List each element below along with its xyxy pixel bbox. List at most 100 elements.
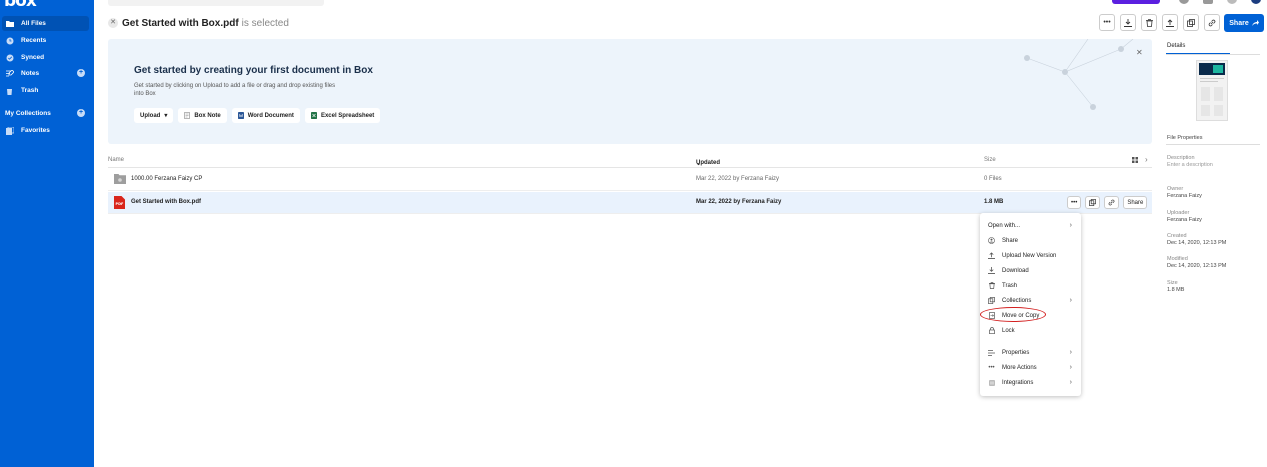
sidebar-item-label: Notes bbox=[21, 70, 40, 77]
sidebar-item-all-files[interactable]: All Files bbox=[2, 16, 89, 31]
notifications-icon[interactable] bbox=[1203, 0, 1213, 4]
share-arrow-icon bbox=[1251, 20, 1259, 26]
file-size: 0 Files bbox=[984, 176, 1002, 182]
description-input[interactable]: Enter a description bbox=[1167, 162, 1213, 169]
clock-icon bbox=[5, 36, 14, 45]
svg-text:PDF: PDF bbox=[116, 202, 124, 206]
new-word-document-button[interactable]: Word Document bbox=[231, 108, 300, 123]
favorites-icon bbox=[5, 126, 14, 135]
grid-view-icon[interactable] bbox=[1132, 157, 1138, 165]
new-box-note-button[interactable]: Box Note bbox=[178, 108, 227, 123]
close-banner-icon[interactable]: ✕ bbox=[1136, 48, 1143, 57]
property-modified: Modified Dec 14, 2020, 12:13 PM bbox=[1167, 256, 1226, 270]
row-share-button[interactable]: Share bbox=[1123, 196, 1148, 209]
sidebar-item-recents[interactable]: Recents bbox=[2, 33, 89, 48]
download-icon bbox=[988, 267, 995, 274]
banner-actions: Upload ▾ Box Note Word Document Excel Spr… bbox=[134, 108, 381, 123]
menu-item-label: Collections bbox=[1002, 297, 1032, 304]
trash-button[interactable] bbox=[1141, 14, 1157, 31]
file-thumbnail[interactable] bbox=[1196, 60, 1228, 121]
context-menu: Open with... › Share Upload New Version … bbox=[980, 213, 1081, 396]
move-copy-icon bbox=[988, 312, 995, 319]
upload-button[interactable]: Upload ▾ bbox=[134, 108, 174, 123]
copy-icon bbox=[1089, 199, 1097, 206]
file-size: 1.8 MB bbox=[984, 199, 1004, 205]
sidebar-item-synced[interactable]: Synced bbox=[2, 50, 89, 65]
property-value: 1.8 MB bbox=[1167, 287, 1185, 293]
trash-icon bbox=[1145, 18, 1153, 27]
table-row-selected[interactable]: PDF Get Started with Box.pdf Mar 22, 202… bbox=[108, 192, 1152, 214]
sidebar-item-my-collections[interactable]: My Collections + bbox=[2, 106, 89, 121]
share-button[interactable]: Share bbox=[1224, 14, 1264, 32]
property-uploader: Uploader Ferzana Faizy bbox=[1167, 210, 1202, 224]
menu-item-more-actions[interactable]: ••• More Actions › bbox=[980, 361, 1081, 374]
file-updated: Mar 22, 2022 by Ferzana Faizy bbox=[696, 199, 782, 205]
word-icon bbox=[237, 112, 244, 119]
menu-item-trash[interactable]: Trash bbox=[980, 279, 1081, 292]
add-note-icon[interactable]: + bbox=[77, 69, 85, 77]
table-row[interactable]: 1000.00 Ferzana Faizy CP Mar 22, 2022 by… bbox=[108, 169, 1152, 191]
menu-item-label: Upload New Version bbox=[1002, 252, 1057, 259]
menu-item-label: More Actions bbox=[1002, 364, 1037, 371]
menu-item-share[interactable]: Share bbox=[980, 234, 1081, 247]
row-link-button[interactable] bbox=[1104, 196, 1120, 209]
menu-item-download[interactable]: Download bbox=[980, 264, 1081, 277]
menu-item-label: Open with... bbox=[988, 222, 1021, 229]
tab-details[interactable]: Details bbox=[1167, 43, 1185, 49]
sidebar-item-label: Synced bbox=[21, 54, 45, 61]
more-options-button[interactable]: ••• bbox=[1099, 14, 1115, 31]
chevron-right-icon: › bbox=[1069, 297, 1072, 304]
row-more-button[interactable]: ••• bbox=[1067, 196, 1082, 209]
sidebar-item-favorites[interactable]: Favorites bbox=[2, 123, 89, 138]
divider bbox=[1166, 54, 1260, 55]
menu-item-open-with[interactable]: Open with... › bbox=[980, 219, 1081, 232]
column-size[interactable]: Size bbox=[984, 157, 996, 163]
chevron-right-icon[interactable]: › bbox=[1145, 155, 1148, 164]
new-excel-spreadsheet-button[interactable]: Excel Spreadsheet bbox=[304, 108, 381, 123]
add-collection-icon[interactable]: + bbox=[77, 109, 85, 117]
row-actions: ••• Share bbox=[1067, 196, 1148, 209]
ellipsis-icon: ••• bbox=[1103, 19, 1111, 26]
menu-item-label: Move or Copy bbox=[1002, 312, 1040, 319]
property-label: Uploader bbox=[1167, 210, 1190, 216]
upgrade-button[interactable] bbox=[1112, 0, 1160, 4]
copy-link-button[interactable] bbox=[1204, 14, 1220, 31]
caret-down-icon: ▾ bbox=[164, 113, 168, 119]
sidebar-item-label: Favorites bbox=[21, 127, 50, 134]
trash-icon bbox=[5, 86, 14, 95]
file-name[interactable]: 1000.00 Ferzana Faizy CP bbox=[131, 176, 202, 182]
folder-icon bbox=[5, 19, 14, 28]
sort-arrow-icon: ⌄ bbox=[696, 161, 702, 167]
row-copy-button[interactable] bbox=[1085, 196, 1101, 209]
sidebar-item-notes[interactable]: Notes + bbox=[2, 66, 89, 81]
box-logo[interactable]: box bbox=[4, 0, 37, 11]
menu-item-label: Integrations bbox=[1002, 379, 1034, 386]
menu-item-label: Properties bbox=[1002, 349, 1030, 356]
apps-icon[interactable] bbox=[1227, 0, 1237, 4]
chevron-right-icon: › bbox=[1069, 222, 1072, 229]
upload-icon bbox=[1166, 18, 1174, 27]
menu-item-move-or-copy[interactable]: Move or Copy bbox=[980, 307, 1081, 322]
menu-item-upload-new-version[interactable]: Upload New Version bbox=[980, 249, 1081, 262]
download-icon bbox=[1124, 18, 1132, 27]
menu-item-collections[interactable]: Collections › bbox=[980, 294, 1081, 307]
copy-button[interactable] bbox=[1183, 14, 1199, 31]
menu-item-label: Download bbox=[1002, 267, 1029, 274]
menu-item-lock[interactable]: Lock bbox=[980, 324, 1081, 337]
column-name[interactable]: Name bbox=[108, 157, 124, 163]
file-name[interactable]: Get Started with Box.pdf bbox=[131, 199, 201, 205]
menu-item-properties[interactable]: Properties › bbox=[980, 346, 1081, 359]
avatar[interactable] bbox=[1251, 0, 1261, 4]
property-label: Description bbox=[1167, 155, 1195, 161]
help-icon[interactable] bbox=[1179, 0, 1189, 4]
download-button[interactable] bbox=[1120, 14, 1136, 31]
excel-icon bbox=[310, 112, 317, 119]
sidebar-item-label: Recents bbox=[21, 37, 47, 44]
close-icon[interactable]: ✕ bbox=[108, 18, 118, 28]
excel-label: Excel Spreadsheet bbox=[320, 112, 375, 119]
upload-version-button[interactable] bbox=[1162, 14, 1178, 31]
menu-item-label: Share bbox=[1002, 237, 1019, 244]
search-input[interactable] bbox=[108, 0, 324, 6]
sidebar-item-trash[interactable]: Trash bbox=[2, 83, 89, 98]
menu-item-integrations[interactable]: Integrations › bbox=[980, 376, 1081, 389]
